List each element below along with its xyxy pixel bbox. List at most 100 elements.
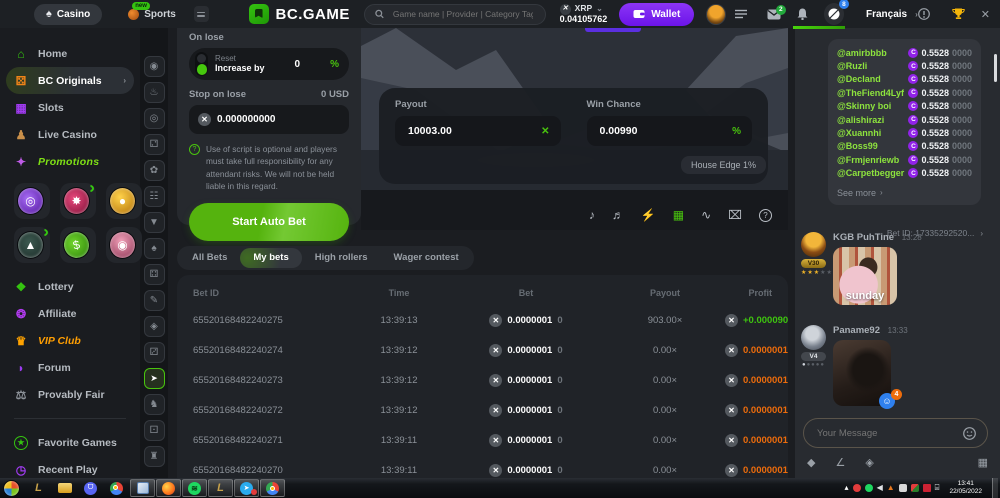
game-7-icon[interactable]: ▼ xyxy=(144,212,165,233)
avatar[interactable] xyxy=(801,325,826,350)
sports-tab[interactable]: new Sports xyxy=(128,9,176,20)
on-lose-toggle[interactable]: Reset Increase by 0 % xyxy=(189,48,349,80)
sidebar-item-lottery[interactable]: ❖ Lottery xyxy=(0,273,140,300)
turbo-icon[interactable]: ⚡ xyxy=(641,208,656,222)
rain-user-row[interactable]: @Boss99 C0.55280000 xyxy=(837,140,972,153)
stop-on-lose-input[interactable]: ✕ 0.000000000 xyxy=(189,105,349,134)
payout-field[interactable]: ✕ xyxy=(395,116,561,146)
tray-app-icon[interactable] xyxy=(911,484,919,492)
close-icon[interactable]: ✕ xyxy=(981,8,990,21)
show-desktop-button[interactable] xyxy=(992,478,998,498)
username[interactable]: @alishirazi xyxy=(837,115,908,125)
promo-rocket-icon[interactable]: ▲ xyxy=(14,227,50,263)
game-search[interactable] xyxy=(364,4,546,25)
taskbar-app-spotify[interactable]: ≋ xyxy=(182,479,207,497)
payout-input[interactable] xyxy=(406,124,541,138)
rain-user-row[interactable]: @Skinny boi C0.55280000 xyxy=(837,100,972,113)
volume-icon[interactable]: ◀ xyxy=(877,484,883,492)
trends-icon[interactable]: ∿ xyxy=(701,208,711,222)
game-1-icon[interactable]: ◉ xyxy=(144,56,165,77)
taskbar-app-league-of-legends[interactable]: L xyxy=(26,479,51,497)
sidebar-item-forum[interactable]: ◗ Forum xyxy=(0,354,140,381)
increase-value[interactable]: 0 xyxy=(272,59,324,70)
username[interactable]: @Decland xyxy=(837,74,908,84)
table-row[interactable]: 65520168482240272 13:39:12 ✕0.00000010 0… xyxy=(193,395,772,425)
nav-menu-icon[interactable] xyxy=(194,6,209,22)
sidebar-item-provably-fair[interactable]: ⚖ Provably Fair xyxy=(0,381,140,408)
tab-wager-contest[interactable]: Wager contest xyxy=(381,248,472,268)
tab-my-bets[interactable]: My bets xyxy=(240,248,301,268)
tray-app-icon[interactable] xyxy=(865,484,873,492)
rain-user-row[interactable]: @TheFiend4Lyf C0.55280000 xyxy=(837,86,972,99)
music-toggle-icon[interactable]: ♪ xyxy=(589,208,595,222)
game-16-icon[interactable]: ♜ xyxy=(144,446,165,467)
tab-high-rollers[interactable]: High rollers xyxy=(302,248,381,268)
tray-app-icon[interactable] xyxy=(853,484,861,492)
sidebar-item-slots[interactable]: ▦ Slots xyxy=(0,94,140,121)
username[interactable]: @Skinny boi xyxy=(837,101,908,111)
table-row[interactable]: 65520168482240275 13:39:13 ✕0.00000010 9… xyxy=(193,305,772,335)
table-row[interactable]: 65520168482240274 13:39:12 ✕0.00000010 0… xyxy=(193,335,772,365)
start-button[interactable] xyxy=(3,480,20,497)
rain-user-row[interactable]: @Carpetbegger C0.55280000 xyxy=(837,167,972,180)
rules-icon[interactable]: ∠ xyxy=(835,456,845,469)
game-5-icon[interactable]: ✿ xyxy=(144,160,165,181)
username[interactable]: @TheFiend4Lyf xyxy=(837,88,908,98)
game-14-icon[interactable]: ♞ xyxy=(144,394,165,415)
gif-tag-icon[interactable]: ◈ xyxy=(865,456,873,469)
help-circle-icon[interactable]: ? xyxy=(759,209,772,222)
username[interactable]: @Frmjenriewb xyxy=(837,155,908,165)
hotkeys-icon[interactable]: ▦ xyxy=(673,208,684,222)
chat-input-wrap[interactable] xyxy=(803,418,988,448)
taskbar-app-chrome[interactable] xyxy=(104,479,129,497)
chat-scrollbar[interactable] xyxy=(994,54,997,82)
game-4-icon[interactable]: ⚁ xyxy=(144,134,165,155)
multiplier-slider-indicator[interactable] xyxy=(585,28,641,32)
user-avatar[interactable] xyxy=(706,4,725,25)
bet-slip-icon[interactable] xyxy=(735,9,747,19)
game-15-icon[interactable]: ⚀ xyxy=(144,420,165,441)
username[interactable]: @Carpetbegger xyxy=(837,168,908,178)
start-auto-bet-button[interactable]: Start Auto Bet xyxy=(189,203,349,241)
rewards-button[interactable] xyxy=(952,8,965,20)
rain-user-row[interactable]: @Ruzli C0.55280000 xyxy=(837,59,972,72)
see-more-button[interactable]: See more › xyxy=(837,185,972,201)
vlc-icon[interactable]: ▲ xyxy=(887,484,895,492)
info-button[interactable] xyxy=(918,8,930,20)
game-10-icon[interactable]: ✎ xyxy=(144,290,165,311)
flag-icon[interactable] xyxy=(923,484,931,492)
wallet-button[interactable]: Wallet xyxy=(619,3,694,26)
promo-darts-icon[interactable]: ◎ xyxy=(14,183,50,219)
avatar[interactable] xyxy=(801,232,826,257)
increase-by-option[interactable]: Increase by xyxy=(215,63,265,73)
promo-coupon-icon[interactable]: $ xyxy=(60,227,96,263)
taskbar-app-discord[interactable]: ᗜ xyxy=(78,479,103,497)
tab-all-bets[interactable]: All Bets xyxy=(179,248,240,268)
emoji-picker-icon[interactable] xyxy=(963,427,976,440)
promo-wheel-icon[interactable]: ✸ xyxy=(60,183,96,219)
sidebar-item-home[interactable]: ⌂ Home xyxy=(0,40,140,67)
rain-user-row[interactable]: @Decland C0.55280000 xyxy=(837,73,972,86)
message-input[interactable] xyxy=(815,427,963,440)
rain-user-row[interactable]: @amirbbbb C0.55280000 xyxy=(837,46,972,59)
taskbar-clock[interactable]: 13:41 22/05/2022 xyxy=(949,480,982,496)
username[interactable]: @Xuannhi xyxy=(837,128,908,138)
game-2-icon[interactable]: ♨ xyxy=(144,82,165,103)
win-chance-input[interactable] xyxy=(598,124,733,138)
sidebar-item-bc-originals[interactable]: ⚄ BC Originals › xyxy=(6,67,134,94)
promo-coin-drop-icon[interactable]: ◉ xyxy=(106,227,142,263)
sidebar-item-promotions[interactable]: ✦ Promotions xyxy=(0,148,140,175)
taskbar-app-firefox[interactable] xyxy=(156,479,181,497)
sound-toggle-icon[interactable]: ♬ xyxy=(612,208,624,222)
taskbar-app-chrome[interactable] xyxy=(260,479,285,497)
rain-user-row[interactable]: @Xuannhi C0.55280000 xyxy=(837,126,972,139)
table-row[interactable]: 65520168482240271 13:39:11 ✕0.00000010 0… xyxy=(193,425,772,455)
reset-option[interactable]: Reset xyxy=(215,54,265,63)
game-11-icon[interactable]: ◈ xyxy=(144,316,165,337)
emoji-reaction[interactable]: ☺ 4 xyxy=(879,393,902,409)
tray-app-icon[interactable] xyxy=(899,484,907,492)
search-input[interactable] xyxy=(391,8,535,20)
message-username[interactable]: Paname92 13:33 xyxy=(833,325,908,336)
username[interactable]: @Boss99 xyxy=(837,141,908,151)
table-row[interactable]: 65520168482240270 13:39:11 ✕0.00000010 0… xyxy=(193,455,772,478)
